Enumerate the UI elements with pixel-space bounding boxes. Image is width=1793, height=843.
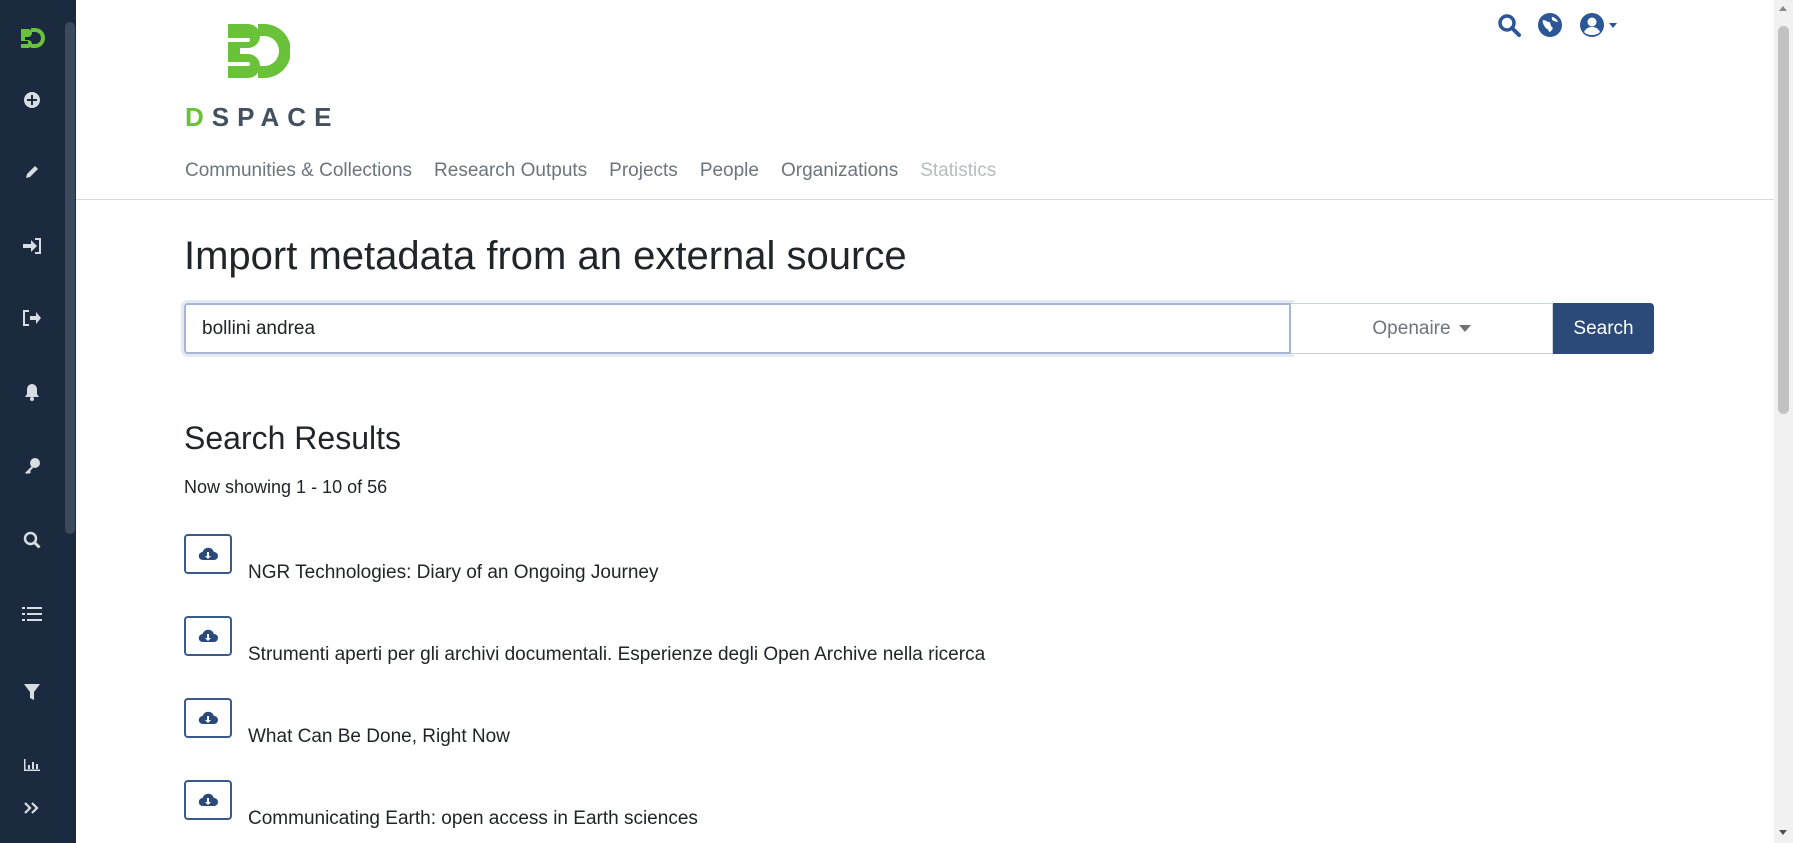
header-icons <box>1497 12 1635 38</box>
globe-icon[interactable] <box>1537 12 1563 38</box>
nav-statistics: Statistics <box>920 160 997 181</box>
source-dropdown[interactable]: Openaire <box>1291 303 1553 354</box>
sidebar-scrollbar[interactable] <box>65 22 75 534</box>
search-input[interactable] <box>184 303 1291 354</box>
double-chevron-right-icon[interactable] <box>0 788 64 828</box>
dspace-logo-icon[interactable] <box>0 18 64 58</box>
scroll-up-arrow-icon[interactable] <box>1779 6 1787 11</box>
dspace-logo[interactable] <box>224 20 291 82</box>
cloud-download-icon <box>198 793 218 807</box>
admin-sidebar <box>0 0 76 843</box>
cloud-download-icon <box>198 711 218 725</box>
filter-icon[interactable] <box>0 672 64 712</box>
list-icon[interactable] <box>0 594 64 634</box>
sign-out-icon[interactable] <box>0 298 64 338</box>
plus-circle-icon[interactable] <box>0 80 64 120</box>
dspace-wordmark: DSPACE <box>185 102 340 132</box>
header-divider <box>76 199 1776 200</box>
search-button[interactable]: Search <box>1553 303 1654 354</box>
import-button[interactable] <box>184 534 232 574</box>
result-title[interactable]: Communicating Earth: open access in Eart… <box>248 808 698 830</box>
scrollbar-thumb[interactable] <box>1778 26 1789 414</box>
list-item: Strumenti aperti per gli archivi documen… <box>184 616 1184 676</box>
caret-down-icon <box>1458 325 1471 332</box>
key-icon[interactable] <box>0 446 64 486</box>
results-heading: Search Results <box>184 420 401 456</box>
bar-chart-icon[interactable] <box>0 744 64 784</box>
search-icon[interactable] <box>1497 13 1521 37</box>
search-icon[interactable] <box>0 520 64 560</box>
nav-organizations[interactable]: Organizations <box>781 160 898 182</box>
result-title[interactable]: Strumenti aperti per gli archivi documen… <box>248 644 985 666</box>
external-search-form: Openaire Search <box>184 303 1654 354</box>
page-title: Import metadata from an external source <box>184 234 907 278</box>
user-icon[interactable] <box>1579 12 1619 38</box>
import-button[interactable] <box>184 780 232 820</box>
scroll-down-arrow-icon[interactable] <box>1779 830 1787 835</box>
source-dropdown-label: Openaire <box>1372 317 1451 339</box>
nav-research-outputs[interactable]: Research Outputs <box>434 160 587 182</box>
list-item: What Can Be Done, Right Now <box>184 698 1184 758</box>
nav-projects[interactable]: Projects <box>609 160 678 182</box>
pencil-icon[interactable] <box>0 152 64 192</box>
main-nav: Communities & Collections Research Outpu… <box>185 160 1018 182</box>
list-item: Communicating Earth: open access in Eart… <box>184 780 1184 840</box>
results-count: Now showing 1 - 10 of 56 <box>184 477 388 497</box>
page-scrollbar[interactable] <box>1774 0 1793 843</box>
import-button[interactable] <box>184 698 232 738</box>
import-button[interactable] <box>184 616 232 656</box>
cloud-download-icon <box>198 629 218 643</box>
sign-in-icon[interactable] <box>0 226 64 266</box>
cloud-download-icon <box>198 547 218 561</box>
list-item: NGR Technologies: Diary of an Ongoing Jo… <box>184 534 1184 594</box>
result-title[interactable]: NGR Technologies: Diary of an Ongoing Jo… <box>248 562 659 584</box>
nav-people[interactable]: People <box>700 160 759 182</box>
result-title[interactable]: What Can Be Done, Right Now <box>248 726 510 748</box>
bell-icon[interactable] <box>0 372 64 412</box>
nav-communities-collections[interactable]: Communities & Collections <box>185 160 412 182</box>
